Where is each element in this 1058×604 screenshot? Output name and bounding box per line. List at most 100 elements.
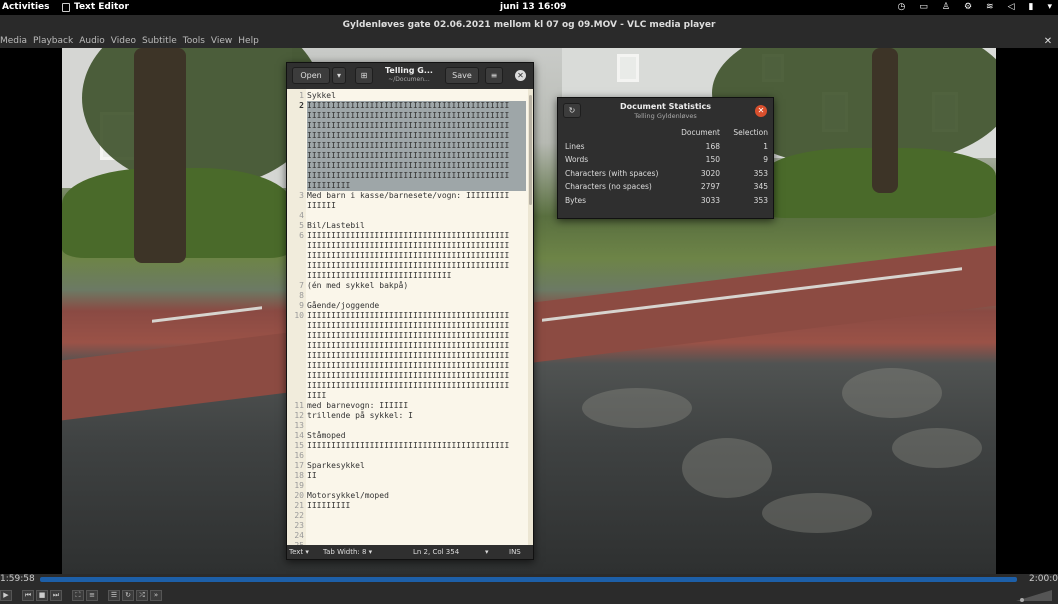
line-text: IIIIIIIIIIIIIIIIIIIIIIIIIIIIIIIIIIIIIIII… <box>307 131 526 141</box>
tab-width-selector[interactable]: Tab Width: 8 ▾ <box>323 545 372 559</box>
menu-help[interactable]: Help <box>238 35 259 48</box>
line-number: 1 <box>299 91 304 100</box>
line-number: 23 <box>294 521 304 530</box>
line-text: IIIIIIIIIIIIIIIIIIIIIIIIIIIIIIIIIIIIIIII… <box>307 231 510 240</box>
extended-settings-button[interactable]: ≡ <box>86 589 98 601</box>
accessibility-icon: ♙ <box>941 2 950 12</box>
cursor-position[interactable]: Ln 2, Col 354 <box>413 545 459 559</box>
line-number: 13 <box>294 421 304 430</box>
clock[interactable]: juni 13 16:09 <box>500 2 566 12</box>
system-tray[interactable]: ◷ ▭ ♙ ⚙ ≋ ◁ ▮ ▾ <box>898 2 1052 12</box>
document-value: 3033 <box>700 196 720 205</box>
selection-value: 345 <box>753 182 768 191</box>
table-row: Lines 168 1 <box>558 142 775 155</box>
previous-button[interactable]: ⏮ <box>22 589 34 601</box>
table-row: Characters (with spaces) 3020 353 <box>558 169 775 182</box>
text-view[interactable]: 1 Sykkel 2 IIIIIIIIIIIIIIIIIIIIIIIIIIIIIIII… <box>287 89 527 545</box>
row-label: Characters (no spaces) <box>565 182 652 191</box>
table-row: Bytes 3033 353 <box>558 196 775 209</box>
line-text: IIIIIIIIIIIIIIIIIIIIIIIIIIIIIIIIIIIIIIII… <box>307 361 510 370</box>
language-selector[interactable]: Text ▾ <box>289 545 309 559</box>
playlist-button[interactable]: ☰ <box>108 589 120 601</box>
menu-media[interactable]: Media <box>0 35 27 48</box>
stop-button[interactable]: ■ <box>36 589 48 601</box>
line-number: 12 <box>294 411 304 420</box>
line-text: IIIIIIIIIIIIIIIIIIIIIIIIIIIIIIIIIIIIIIII… <box>307 101 526 111</box>
line-number: 18 <box>294 471 304 480</box>
document-value: 168 <box>705 142 720 151</box>
selection-value: 353 <box>753 196 768 205</box>
document-value: 2797 <box>700 182 720 191</box>
seek-bar[interactable] <box>40 577 1017 582</box>
line-text: IIIIIIIIIIIIIIIIIIIIIIIIIIIIIIIIIIIIIIII… <box>307 121 526 131</box>
document-path: ~/Documen... <box>388 76 430 83</box>
line-number: 19 <box>294 481 304 490</box>
playback-buttons: ▶ ⏮ ■ ⏭ ⛶ ≡ ☰ ↻ ⤮ » <box>0 587 162 603</box>
line-text: II <box>307 471 317 480</box>
editor-scrollbar[interactable] <box>528 89 533 545</box>
new-document-icon[interactable]: ⊞ <box>355 67 373 84</box>
line-number: 3 <box>299 191 304 200</box>
line-number: 8 <box>299 291 304 300</box>
line-number: 4 <box>299 211 304 220</box>
line-text: IIIIII <box>307 201 336 210</box>
position-chevron-down-icon[interactable]: ▾ <box>485 545 489 559</box>
menu-tools[interactable]: Tools <box>183 35 205 48</box>
line-number: 7 <box>299 281 304 290</box>
hamburger-menu-icon[interactable]: ≡ <box>485 67 503 84</box>
line-text: IIIIIIIIIIIIIIIIIIIIIIIIIIIIIIIIIIIIIIII… <box>307 251 510 260</box>
line-text: IIIIIIIIIIIIIIIIIIIIIIIIIIIIIIIIIIIIIIII… <box>307 161 526 171</box>
open-button[interactable]: Open <box>292 67 330 84</box>
open-menu-chevron-down-icon[interactable]: ▾ <box>332 67 346 84</box>
line-number: 21 <box>294 501 304 510</box>
vlc-menubar: Media Playback Audio Video Subtitle Tool… <box>0 35 1058 48</box>
editor-statusbar: Text ▾ Tab Width: 8 ▾ Ln 2, Col 354 ▾ IN… <box>287 545 533 559</box>
save-button[interactable]: Save <box>445 67 479 84</box>
refresh-icon[interactable]: ↻ <box>563 103 581 118</box>
line-text: Med barn i kasse/barnesete/vogn: IIIIIII… <box>307 191 510 200</box>
app-menu-button[interactable]: Text Editor <box>62 2 129 12</box>
app-menu-label: Text Editor <box>74 2 129 12</box>
frame-step-button[interactable]: » <box>150 589 162 601</box>
fullscreen-button[interactable]: ⛶ <box>72 589 84 601</box>
line-text: IIIIIIIIIIIIIIIIIIIIIIIIIIIIIIIIIIIIIIII… <box>307 151 526 161</box>
menu-video[interactable]: Video <box>111 35 136 48</box>
play-button[interactable]: ▶ <box>0 589 12 601</box>
text-editor-icon <box>62 2 70 12</box>
editor-close-icon[interactable]: ✕ <box>515 70 526 81</box>
menu-audio[interactable]: Audio <box>79 35 105 48</box>
next-button[interactable]: ⏭ <box>50 589 62 601</box>
loop-button[interactable]: ↻ <box>122 589 134 601</box>
document-value: 150 <box>705 155 720 164</box>
volume-slider[interactable] <box>1014 588 1054 602</box>
line-number: 6 <box>299 231 304 240</box>
menu-view[interactable]: View <box>211 35 232 48</box>
line-number: 22 <box>294 511 304 520</box>
line-text: IIIIIIIIIIIIIIIIIIIIIIIIIIIIIIIIIIIIIIII… <box>307 311 510 320</box>
table-row: Words 150 9 <box>558 155 775 168</box>
dialog-close-icon[interactable]: ✕ <box>755 105 767 117</box>
menu-playback[interactable]: Playback <box>33 35 73 48</box>
wifi-icon: ≋ <box>986 2 994 12</box>
line-text: Motorsykkel/moped <box>307 491 389 500</box>
line-text: Ståmoped <box>307 431 346 440</box>
line-text: IIIIIIIIIIIIIIIIIIIIIIIIIIIIII <box>307 271 452 280</box>
menu-subtitle[interactable]: Subtitle <box>142 35 177 48</box>
line-text: IIIIIIIIIIIIIIIIIIIIIIIIIIIIIIIIIIIIIIII… <box>307 381 510 390</box>
table-row: Characters (no spaces) 2797 345 <box>558 182 775 195</box>
line-text: Sparkesykkel <box>307 461 365 470</box>
vlc-close-icon[interactable]: ✕ <box>1042 36 1054 48</box>
document-statistics-dialog: ↻ Document Statistics Telling Gyldenløve… <box>557 97 774 219</box>
vlc-window-title: Gyldenløves gate 02.06.2021 mellom kl 07… <box>0 15 1058 35</box>
row-label: Words <box>565 155 589 164</box>
vlc-controls: 1:59:58 2:00:0 ▶ ⏮ ■ ⏭ ⛶ ≡ ☰ ↻ ⤮ » <box>0 574 1058 604</box>
activities-button[interactable]: Activities <box>2 2 50 12</box>
line-text: Gående/joggende <box>307 301 380 310</box>
line-text: IIIIIIIIIIIIIIIIIIIIIIIIIIIIIIIIIIIIIIII… <box>307 351 510 360</box>
line-number: 11 <box>294 401 304 410</box>
selection-value: 1 <box>763 142 768 151</box>
power-menu-icon: ▾ <box>1047 2 1052 12</box>
shuffle-button[interactable]: ⤮ <box>136 589 148 601</box>
line-text: IIIIIIIIIIIIIIIIIIIIIIIIIIIIIIIIIIIIIIII… <box>307 171 526 181</box>
dialog-subtitle: Telling Gyldenløves <box>634 112 697 120</box>
